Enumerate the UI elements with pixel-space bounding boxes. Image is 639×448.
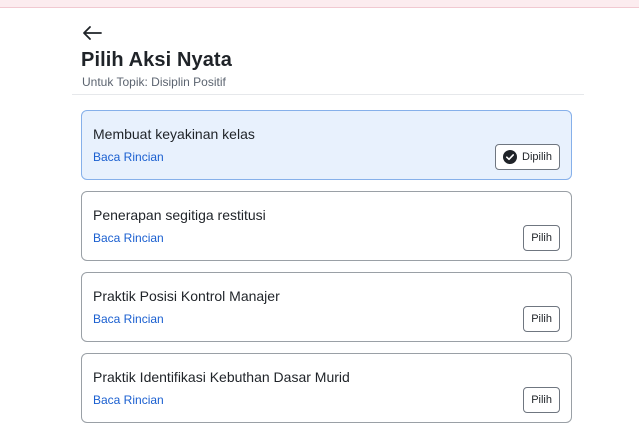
selected-button-label: Dipilih bbox=[522, 151, 552, 163]
option-card-1[interactable]: Membuat keyakinan kelas Baca Rincian Dip… bbox=[81, 110, 572, 180]
option-card-3[interactable]: Praktik Posisi Kontrol Manajer Baca Rinc… bbox=[81, 272, 572, 342]
read-details-link[interactable]: Baca Rincian bbox=[93, 312, 164, 326]
choose-button[interactable]: Pilih bbox=[523, 387, 560, 413]
option-title: Praktik Posisi Kontrol Manajer bbox=[93, 288, 280, 304]
read-details-link[interactable]: Baca Rincian bbox=[93, 393, 164, 407]
selected-button[interactable]: Dipilih bbox=[495, 144, 560, 170]
back-button[interactable] bbox=[80, 22, 104, 44]
check-circle-icon bbox=[503, 150, 518, 164]
top-banner-strip bbox=[0, 0, 639, 8]
option-card-2[interactable]: Penerapan segitiga restitusi Baca Rincia… bbox=[81, 191, 572, 261]
option-title: Praktik Identifikasi Kebuthan Dasar Muri… bbox=[93, 369, 350, 385]
read-details-link[interactable]: Baca Rincian bbox=[93, 150, 164, 164]
option-title: Penerapan segitiga restitusi bbox=[93, 207, 266, 223]
arrow-left-icon bbox=[83, 26, 102, 40]
page-title: Pilih Aksi Nyata bbox=[81, 49, 232, 71]
choose-button[interactable]: Pilih bbox=[523, 225, 560, 251]
choose-button[interactable]: Pilih bbox=[523, 306, 560, 332]
page-header: Pilih Aksi Nyata Untuk Topik: Disiplin P… bbox=[72, 8, 584, 95]
option-card-4[interactable]: Praktik Identifikasi Kebuthan Dasar Muri… bbox=[81, 353, 572, 423]
page-subtitle: Untuk Topik: Disiplin Positif bbox=[82, 75, 226, 89]
read-details-link[interactable]: Baca Rincian bbox=[93, 231, 164, 245]
option-title: Membuat keyakinan kelas bbox=[93, 126, 255, 142]
